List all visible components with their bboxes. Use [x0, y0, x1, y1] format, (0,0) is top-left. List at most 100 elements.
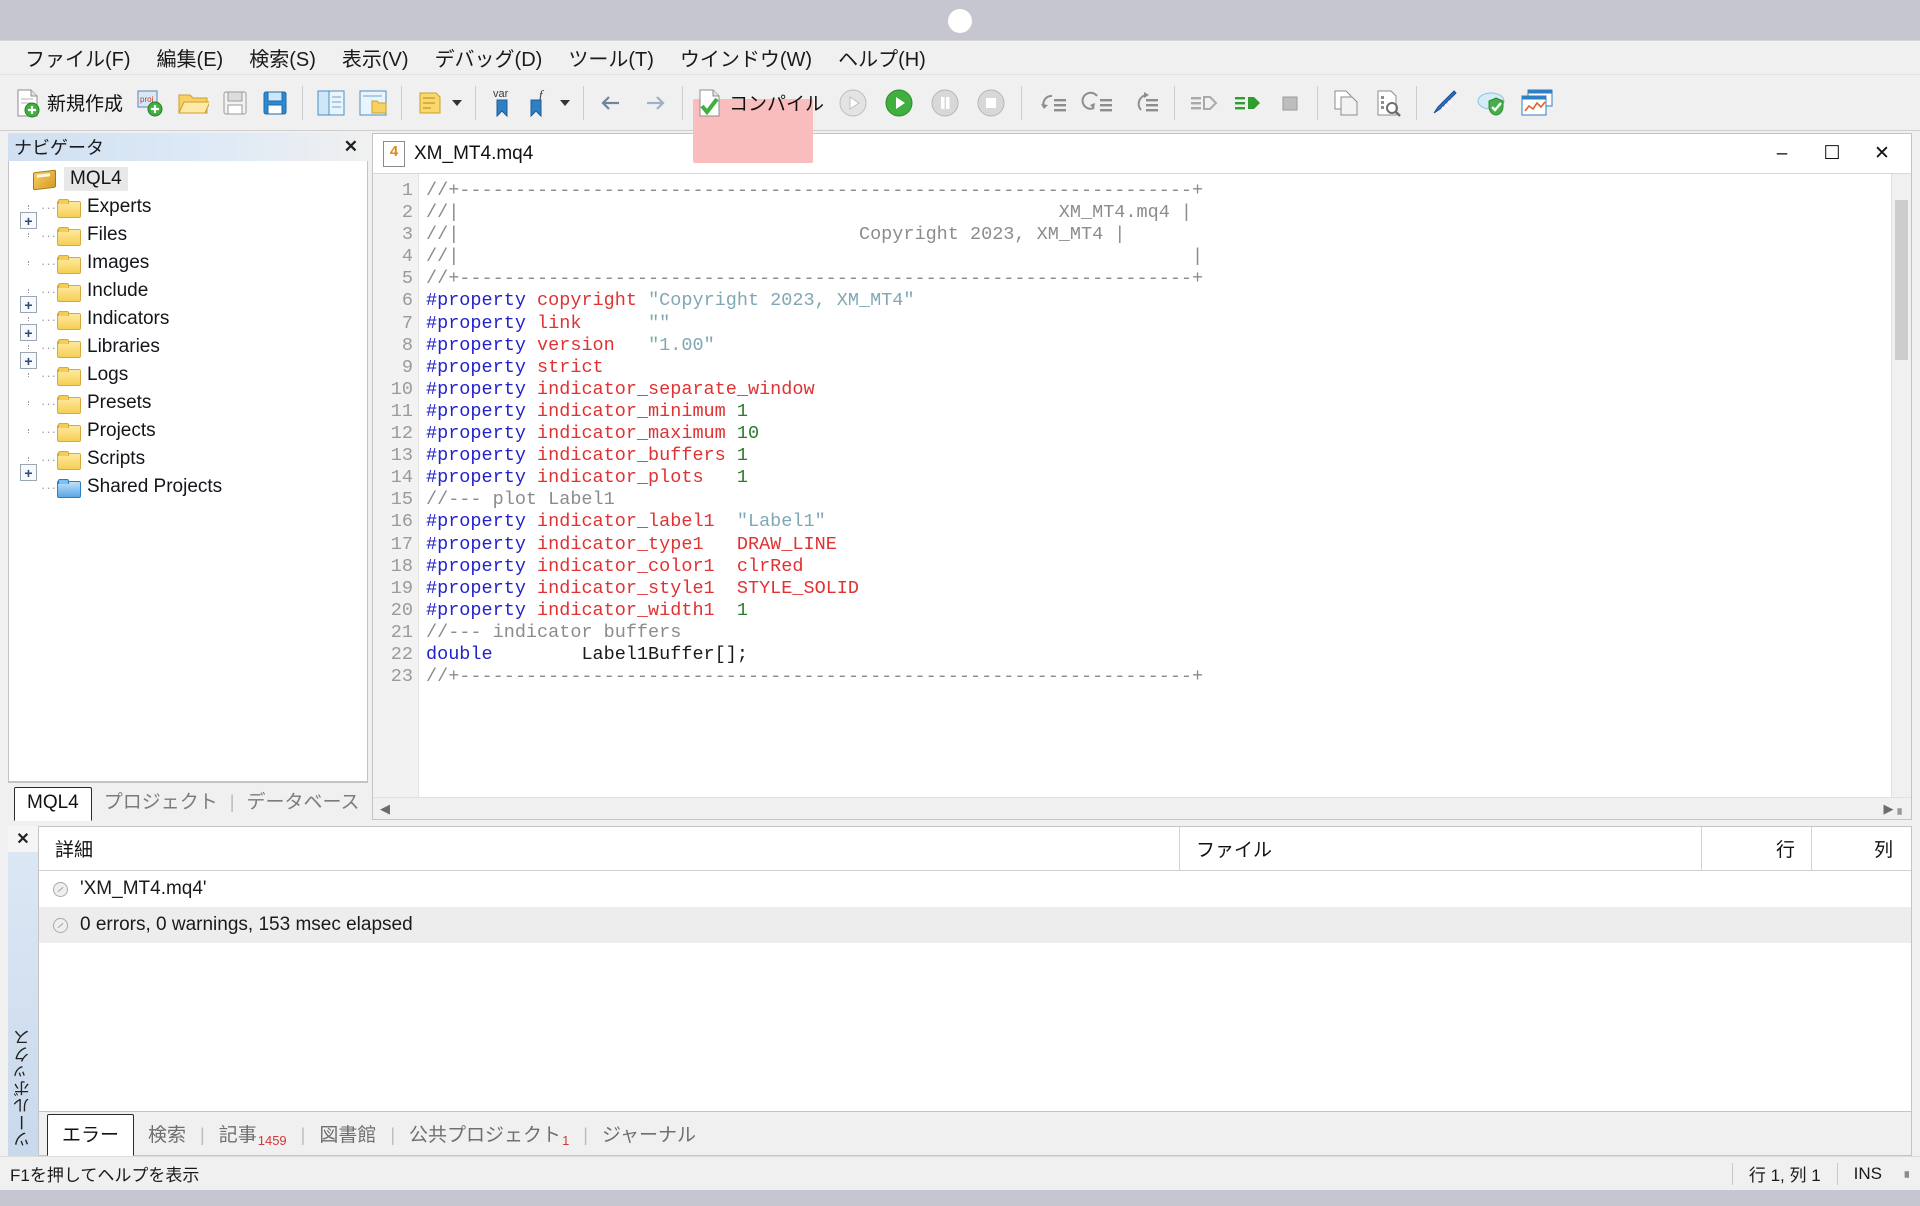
- menu-edit[interactable]: 編集(E): [144, 41, 237, 74]
- code-line[interactable]: //+-------------------------------------…: [426, 268, 1891, 290]
- menu-view[interactable]: 表示(V): [329, 41, 422, 74]
- find-in-file-button[interactable]: [1367, 80, 1409, 126]
- scrollbar-thumb[interactable]: [1895, 200, 1908, 360]
- column-header-detail[interactable]: 詳細: [39, 827, 1179, 870]
- editor-vertical-scrollbar[interactable]: [1891, 174, 1911, 797]
- toolbox-tab-journal[interactable]: ジャーナル: [588, 1115, 710, 1155]
- code-line[interactable]: #property indicator_maximum 10: [426, 423, 1891, 445]
- open-folder-button[interactable]: [171, 80, 215, 126]
- back-button[interactable]: [591, 80, 633, 126]
- menu-window[interactable]: ウインドウ(W): [667, 41, 825, 74]
- forward-button[interactable]: [633, 80, 675, 126]
- navigator-tab-project[interactable]: プロジェクト: [92, 783, 230, 820]
- close-button[interactable]: ✕: [1857, 136, 1907, 172]
- properties-button[interactable]: [409, 80, 468, 126]
- toggle-toolbox-button[interactable]: [352, 80, 394, 126]
- code-line[interactable]: #property indicator_plots 1: [426, 467, 1891, 489]
- navigator-tab-mql4[interactable]: MQL4: [14, 787, 92, 821]
- code-line[interactable]: #property indicator_separate_window: [426, 379, 1891, 401]
- toolbox-tab-library[interactable]: 図書館: [305, 1115, 390, 1155]
- code-line[interactable]: //| |: [426, 246, 1891, 268]
- run-script-button[interactable]: [1226, 80, 1270, 126]
- code-scroll-region[interactable]: 1 2 3 4 5 6 7 8 9 10 11 12 13 14 15 16 17 18 19 20 21 22 23 //…: [373, 174, 1891, 797]
- chevron-down-icon[interactable]: [560, 99, 571, 106]
- tree-expander-plus[interactable]: +: [20, 352, 37, 369]
- save-all-button[interactable]: [255, 80, 295, 126]
- toolbox-tab-public-projects[interactable]: 公共プロジェクト 1: [395, 1115, 583, 1155]
- insert-function-button[interactable]: f: [521, 80, 576, 126]
- code-line[interactable]: #property copyright "Copyright 2023, XM_…: [426, 290, 1891, 312]
- scroll-right-icon[interactable]: ▶: [1880, 801, 1898, 817]
- column-header-line[interactable]: 行: [1701, 827, 1811, 870]
- editor-horizontal-scrollbar[interactable]: ◀ ▶ ▖: [373, 797, 1911, 819]
- tree-item-mql4-root[interactable]: MQL4: [9, 165, 367, 193]
- code-line[interactable]: #property indicator_color1 clrRed: [426, 556, 1891, 578]
- code-line[interactable]: //+-------------------------------------…: [426, 666, 1891, 688]
- code-line[interactable]: double Label1Buffer[];: [426, 644, 1891, 666]
- navigator-tab-database[interactable]: データベース: [234, 783, 371, 820]
- table-row[interactable]: 0 errors, 0 warnings, 153 msec elapsed: [39, 907, 1911, 943]
- code-line[interactable]: //| XM_MT4.mq4 |: [426, 202, 1891, 224]
- debug-stop-button[interactable]: [968, 80, 1014, 126]
- window-resize-grip-icon[interactable]: ▖: [1898, 1165, 1920, 1182]
- toolbox-tab-errors[interactable]: エラー: [47, 1114, 135, 1156]
- stop-button[interactable]: [1270, 80, 1310, 126]
- code-line[interactable]: #property strict: [426, 357, 1891, 379]
- tree-item-shared-projects[interactable]: ···· Shared Projects: [9, 473, 367, 501]
- code-line[interactable]: #property version "1.00": [426, 335, 1891, 357]
- minimize-button[interactable]: –: [1757, 136, 1807, 172]
- code-line[interactable]: //--- plot Label1: [426, 489, 1891, 511]
- toolbox-vertical-tab[interactable]: ツールボックス: [8, 852, 38, 1156]
- menu-help[interactable]: ヘルプ(H): [825, 41, 939, 74]
- column-header-column[interactable]: 列: [1811, 827, 1911, 870]
- scroll-left-icon[interactable]: ◀: [376, 801, 394, 817]
- menu-search[interactable]: 検索(S): [236, 41, 329, 74]
- tree-expander-plus[interactable]: +: [20, 464, 37, 481]
- tree-item-projects[interactable]: ···· Projects: [9, 417, 367, 445]
- toolbox-tab-articles[interactable]: 記事 1459: [205, 1115, 301, 1155]
- styler-button[interactable]: [1424, 80, 1470, 126]
- code-content[interactable]: //+-------------------------------------…: [419, 174, 1891, 797]
- step-into-button[interactable]: [1029, 80, 1075, 126]
- menu-tools[interactable]: ツール(T): [555, 41, 667, 74]
- chevron-down-icon[interactable]: [452, 99, 463, 106]
- step-over-button[interactable]: [1075, 80, 1121, 126]
- new-file-button[interactable]: 新規作成: [8, 80, 129, 126]
- run-to-cursor-button[interactable]: [1182, 80, 1226, 126]
- navigator-tree[interactable]: MQL4 + ···· Experts ····: [8, 161, 368, 782]
- table-row[interactable]: 'XM_MT4.mq4': [39, 871, 1911, 907]
- code-line[interactable]: #property indicator_style1 STYLE_SOLID: [426, 578, 1891, 600]
- debug-start-button[interactable]: [876, 80, 922, 126]
- code-line[interactable]: #property indicator_width1 1: [426, 600, 1891, 622]
- tree-item-images[interactable]: ···· Images: [9, 249, 367, 277]
- toggle-navigator-button[interactable]: [310, 80, 352, 126]
- save-button[interactable]: [215, 80, 255, 126]
- tree-item-experts[interactable]: + ···· Experts: [9, 193, 367, 229]
- column-header-file[interactable]: ファイル: [1179, 827, 1701, 870]
- market-chart-button[interactable]: [1514, 80, 1560, 126]
- tree-item-include[interactable]: + ···· Include: [9, 277, 367, 313]
- tree-item-files[interactable]: ···· Files: [9, 221, 367, 249]
- toolbox-tab-search[interactable]: 検索: [134, 1115, 200, 1155]
- insert-variable-button[interactable]: var: [483, 80, 521, 126]
- code-line[interactable]: #property indicator_buffers 1: [426, 445, 1891, 467]
- code-line[interactable]: //+-------------------------------------…: [426, 180, 1891, 202]
- compile-button[interactable]: コンパイル: [690, 80, 830, 126]
- tree-expander-plus[interactable]: +: [20, 324, 37, 341]
- code-line[interactable]: #property link "": [426, 313, 1891, 335]
- tree-item-presets[interactable]: ···· Presets: [9, 389, 367, 417]
- code-line[interactable]: #property indicator_minimum 1: [426, 401, 1891, 423]
- step-out-button[interactable]: [1121, 80, 1167, 126]
- code-line[interactable]: //| Copyright 2023, XM_MT4 |: [426, 224, 1891, 246]
- maximize-button[interactable]: ☐: [1807, 136, 1857, 172]
- tree-expander-plus[interactable]: +: [20, 212, 37, 229]
- code-line[interactable]: //--- indicator buffers: [426, 622, 1891, 644]
- tree-item-scripts[interactable]: + ···· Scripts: [9, 445, 367, 481]
- menu-file[interactable]: ファイル(F): [12, 41, 144, 74]
- tree-item-indicators[interactable]: + ···· Indicators: [9, 305, 367, 341]
- cloud-protect-button[interactable]: [1470, 80, 1514, 126]
- tree-item-logs[interactable]: ···· Logs: [9, 361, 367, 389]
- toolbox-close-icon[interactable]: ✕: [8, 826, 38, 852]
- menu-debug[interactable]: デバッグ(D): [422, 41, 556, 74]
- code-area[interactable]: 1 2 3 4 5 6 7 8 9 10 11 12 13 14 15 16 17 18 19 20 21 22 23 //…: [373, 174, 1911, 797]
